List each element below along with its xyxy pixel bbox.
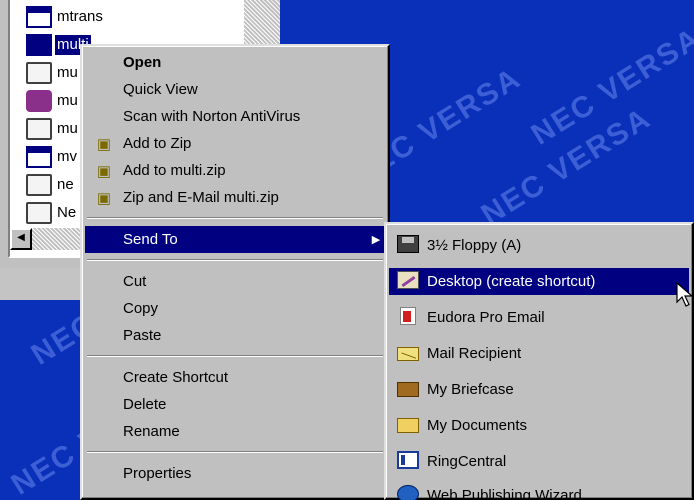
sendto-item-mail-recipient[interactable]: Mail Recipient [389,340,689,367]
menu-item-label: Paste [123,327,162,344]
mouse-cursor-icon [676,282,694,307]
menu-item-label: My Briefcase [427,381,514,398]
menu-item-label: Open [123,54,162,71]
submenu-arrow-icon: ▶ [371,234,381,246]
floppy-icon [397,234,419,253]
text-file-icon [26,202,52,224]
mail-icon [397,346,419,361]
menu-item-zip-email[interactable]: ▣ Zip and E-Mail multi.zip [85,184,385,211]
sendto-item-desktop[interactable]: Desktop (create shortcut) [389,268,689,295]
scroll-left-button[interactable]: ◀ [10,228,32,250]
menu-item-label: Properties [123,465,192,482]
menu-item-label: 3½ Floppy (A) [427,237,522,254]
window-icon [26,6,52,28]
menu-item-paste[interactable]: Paste [85,322,385,349]
menu-item-label: Scan with Norton AntiVirus [123,108,301,125]
menu-item-label: Cut [123,273,147,290]
file-name: mu [57,64,78,81]
menu-item-label: Add to multi.zip [123,162,226,179]
file-name: mu [57,120,78,137]
book-icon [26,90,52,112]
eudora-icon [400,306,416,325]
sendto-item-my-documents[interactable]: My Documents [389,412,689,439]
menu-item-scan-norton[interactable]: Scan with Norton AntiVirus [85,103,385,130]
menu-item-label: Eudora Pro Email [427,309,545,326]
menu-item-label: Send To [123,231,178,248]
menu-separator [87,451,383,453]
ringcentral-icon [397,450,419,469]
menu-item-label: Copy [123,300,159,317]
sendto-item-eudora[interactable]: Eudora Pro Email [389,304,689,331]
sendto-item-ringcentral[interactable]: RingCentral [389,448,689,475]
send-to-submenu: 3½ Floppy (A) Desktop (create shortcut) … [384,222,694,500]
menu-item-properties[interactable]: Properties [85,460,385,487]
briefcase-icon [397,382,419,397]
menu-separator [87,355,383,357]
menu-item-quick-view[interactable]: Quick View [85,76,385,103]
menu-item-copy[interactable]: Copy [85,295,385,322]
menu-separator [87,217,383,219]
web-icon [397,484,419,500]
menu-item-delete[interactable]: Delete [85,391,385,418]
window-icon [26,34,52,56]
file-item[interactable]: mtrans [26,4,241,30]
image-icon [26,62,52,84]
file-name: Ne [57,204,77,221]
menu-item-rename[interactable]: Rename [85,418,385,445]
menu-item-send-to[interactable]: Send To ▶ [85,226,385,253]
menu-item-label: Mail Recipient [427,345,522,362]
menu-item-label: Zip and E-Mail multi.zip [123,189,279,206]
menu-item-label: Desktop (create shortcut) [427,273,596,290]
file-name: mtrans [57,8,103,25]
menu-item-add-to-multi-zip[interactable]: ▣ Add to multi.zip [85,157,385,184]
menu-item-cut[interactable]: Cut [85,268,385,295]
menu-item-label: Web Publishing Wizard [427,487,582,500]
image-icon [26,118,52,140]
zip-icon: ▣ [96,162,112,180]
menu-item-label: My Documents [427,417,528,434]
zip-icon: ▣ [96,189,112,207]
zip-icon: ▣ [96,135,112,153]
sendto-item-web-publishing[interactable]: Web Publishing Wizard [389,482,689,500]
image-icon [26,174,52,196]
menu-item-open[interactable]: Open [85,49,385,76]
folder-icon [397,418,419,433]
menu-item-label: Create Shortcut [123,369,229,386]
menu-item-label: RingCentral [427,453,507,470]
menu-item-label: Quick View [123,81,198,98]
window-icon [26,146,52,168]
file-name: ne [57,176,74,193]
context-menu: Open Quick View Scan with Norton AntiVir… [80,44,390,500]
menu-item-create-shortcut[interactable]: Create Shortcut [85,364,385,391]
file-name: mu [57,92,78,109]
file-name: mv [57,148,77,165]
menu-item-add-to-zip[interactable]: ▣ Add to Zip [85,130,385,157]
menu-item-label: Rename [123,423,180,440]
sendto-item-floppy[interactable]: 3½ Floppy (A) [389,232,689,259]
menu-item-label: Add to Zip [123,135,192,152]
desktop-shortcut-icon [397,270,419,289]
sendto-item-briefcase[interactable]: My Briefcase [389,376,689,403]
menu-separator [87,259,383,261]
menu-item-label: Delete [123,396,167,413]
